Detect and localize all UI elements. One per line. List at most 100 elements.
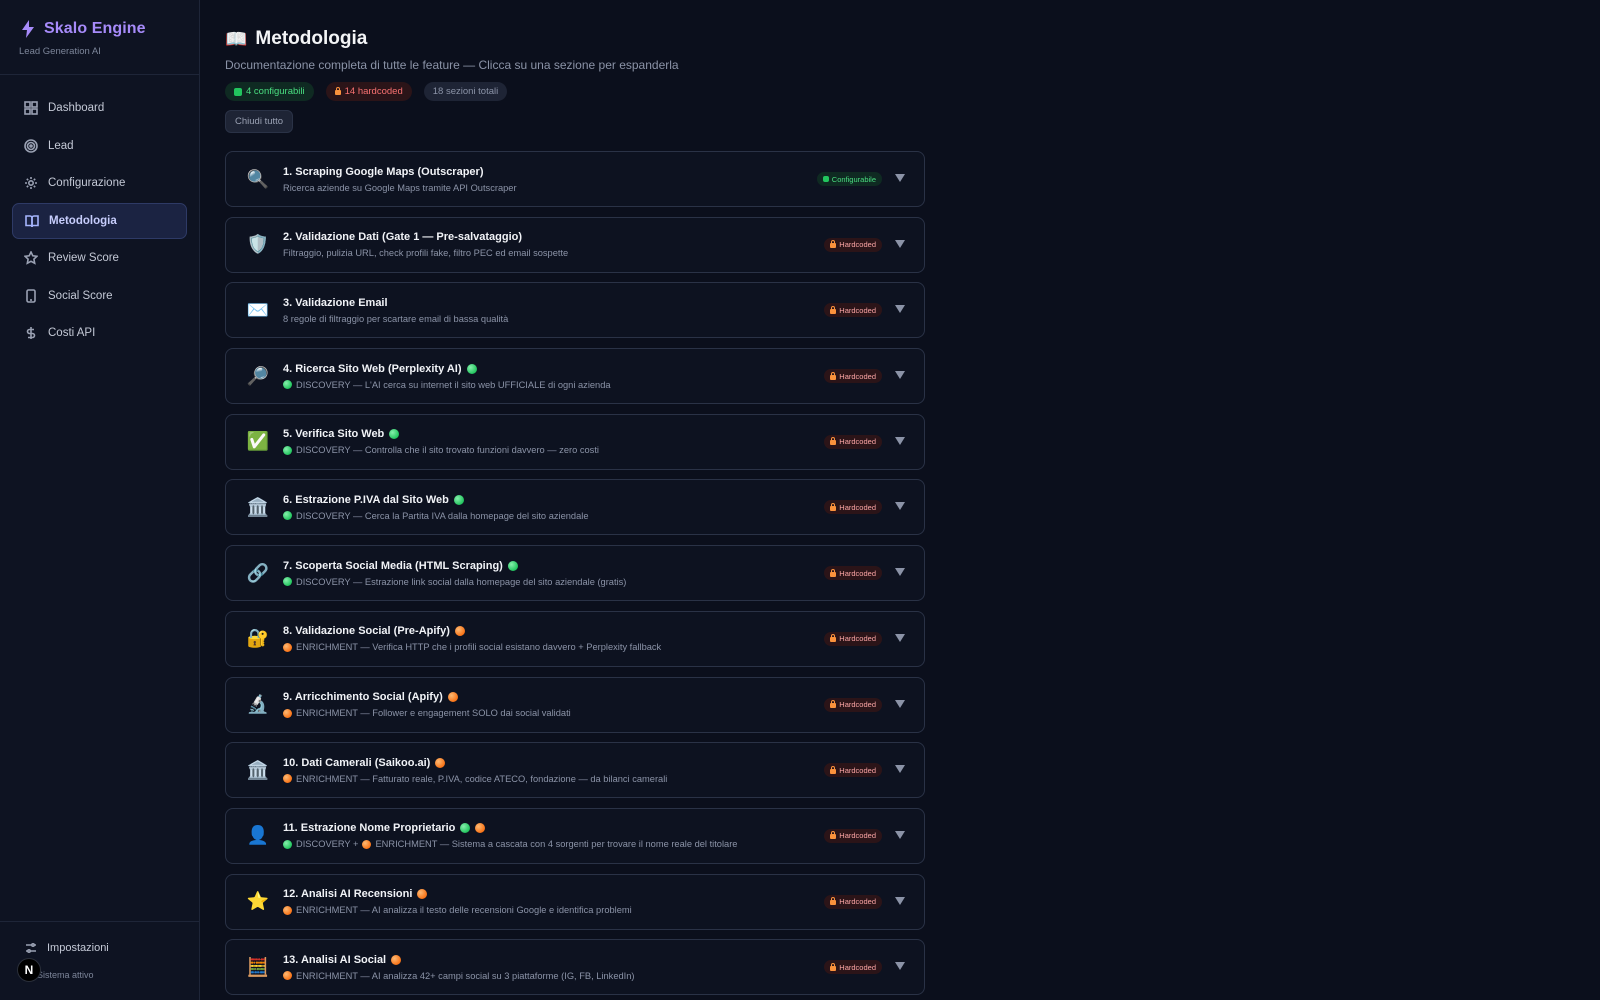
section-description: ENRICHMENT — AI analizza 42+ campi socia…: [296, 970, 635, 981]
sidebar-item-configurazione[interactable]: Configurazione: [12, 165, 187, 201]
section-card[interactable]: 🔎 4. Ricerca Sito Web (Perplexity AI) DISC…: [225, 348, 925, 405]
close-all-button[interactable]: Chiudi tutto: [225, 110, 294, 133]
section-card[interactable]: 🛡️ 2. Validazione Dati (Gate 1 — Pre-salv…: [225, 216, 925, 273]
green-dot-icon: [507, 560, 518, 571]
chevron-down-icon[interactable]: [895, 633, 905, 642]
section-card[interactable]: 🧮 13. Analisi AI Social ENRICHMENT — AI an…: [225, 939, 925, 996]
section-card[interactable]: 🔬 9. Arricchimento Social (Apify) ENRICHME…: [225, 676, 925, 733]
badge-label: Hardcoded: [839, 240, 876, 250]
section-icon: 👤: [246, 825, 270, 846]
sidebar-item-dashboard[interactable]: Dashboard: [12, 90, 187, 126]
badge-label: Hardcoded: [839, 437, 876, 447]
green-dot-icon: [283, 577, 292, 587]
badge-label: Hardcoded: [839, 634, 876, 644]
book-icon: 📖: [225, 28, 248, 49]
total-sections-pill: 18 sezioni totali: [423, 82, 508, 101]
sidebar-item-lead[interactable]: Lead: [12, 128, 187, 164]
section-description: ENRICHMENT — Verifica HTTP che i profili…: [296, 642, 662, 653]
hardcoded-badge: Hardcoded: [824, 500, 882, 515]
page-subtitle: Documentazione completa di tutte le feat…: [225, 58, 679, 72]
section-description: DISCOVERY — Controlla che il sito trovat…: [296, 445, 599, 456]
sidebar-item-metodologia[interactable]: Metodologia: [12, 202, 187, 239]
section-card[interactable]: 🔗 7. Scoperta Social Media (HTML Scraping…: [225, 545, 925, 602]
section-description: Filtraggio, pulizia URL, check profili f…: [283, 248, 569, 259]
lock-icon: [830, 634, 837, 643]
green-dot-icon: [283, 445, 292, 455]
chevron-down-icon[interactable]: [895, 765, 905, 774]
chevron-down-icon[interactable]: [895, 568, 905, 577]
sidebar-item-costi-api[interactable]: Costi API: [12, 315, 187, 351]
hardcoded-badge: Hardcoded: [824, 894, 882, 909]
orange-dot-icon: [417, 889, 428, 900]
chevron-down-icon[interactable]: [895, 239, 905, 248]
badge-label: Configurabile: [831, 174, 876, 184]
section-card[interactable]: 👤 11. Estrazione Nome Proprietario DISCOVE…: [225, 807, 925, 864]
chevron-down-icon[interactable]: [895, 896, 905, 905]
section-icon: 🔗: [246, 562, 270, 583]
book-icon: [25, 214, 39, 227]
chevron-down-icon[interactable]: [895, 305, 905, 314]
section-title: 9. Arricchimento Social (Apify): [283, 691, 443, 703]
lock-icon: [830, 240, 837, 249]
chevron-down-icon[interactable]: [895, 502, 905, 511]
section-card[interactable]: 🔐 8. Validazione Social (Pre-Apify) ENRICH…: [225, 610, 925, 667]
badge-label: Hardcoded: [839, 371, 876, 381]
configurable-count-pill: 4 configurabili: [225, 82, 314, 101]
hardcoded-badge: Hardcoded: [824, 960, 882, 975]
chevron-down-icon[interactable]: [895, 371, 905, 380]
section-description-prefix: DISCOVERY +: [296, 839, 359, 850]
main-content: 📖 Metodologia Documentazione completa di…: [225, 0, 925, 1000]
sidebar-item-social-score[interactable]: Social Score: [12, 278, 187, 314]
section-card[interactable]: 🏛️ 6. Estrazione P.IVA dal Sito Web DISCOV…: [225, 479, 925, 536]
orange-dot-icon: [454, 626, 465, 637]
lock-icon: [830, 305, 837, 314]
sidebar-item-review-score[interactable]: Review Score: [12, 240, 187, 276]
section-title: 7. Scoperta Social Media (HTML Scraping): [283, 559, 503, 572]
chevron-down-icon[interactable]: [895, 436, 905, 445]
section-title: 6. Estrazione P.IVA dal Sito Web: [283, 493, 449, 506]
phone-icon: [26, 288, 36, 303]
section-title: 10. Dati Camerali (Saikoo.ai): [283, 756, 431, 769]
orange-dot-icon: [283, 708, 292, 718]
orange-dot-icon: [435, 757, 446, 768]
section-icon: 🔎: [246, 365, 270, 386]
chevron-down-icon[interactable]: [895, 174, 905, 182]
section-card[interactable]: ✉️ 3. Validazione Email 8 regole di filtra…: [225, 282, 925, 339]
section-card[interactable]: 🔍 1. Scraping Google Maps (Outscraper) Ric…: [225, 151, 925, 207]
green-dot-icon: [453, 494, 464, 505]
section-title: 8. Validazione Social (Pre-Apify): [283, 625, 450, 638]
section-description: DISCOVERY — Cerca la Partita IVA dalla h…: [296, 510, 589, 521]
orange-dot-icon: [362, 839, 372, 849]
hardcoded-badge: Hardcoded: [824, 566, 882, 581]
brand: Skalo Engine Lead Generation AI: [0, 0, 199, 75]
hardcoded-badge: Hardcoded: [824, 763, 882, 778]
app-title[interactable]: Skalo Engine: [44, 20, 146, 38]
chevron-down-icon[interactable]: [895, 962, 905, 971]
section-card[interactable]: ✅ 5. Verifica Sito Web DISCOVERY — Control…: [225, 413, 925, 470]
section-icon: ✉️: [246, 299, 270, 320]
sections-list: 🔍 1. Scraping Google Maps (Outscraper) Ric…: [225, 151, 925, 996]
chevron-down-icon[interactable]: [895, 699, 905, 708]
sidebar-item-label: Metodologia: [49, 214, 117, 227]
green-dot-icon: [389, 429, 400, 440]
badge-label: Hardcoded: [839, 962, 876, 972]
section-description: ENRICHMENT — Fatturato reale, P.IVA, cod…: [296, 773, 668, 784]
sidebar: Skalo Engine Lead Generation AI Dashboar…: [0, 0, 200, 1000]
section-title: 4. Ricerca Sito Web (Perplexity AI): [283, 362, 462, 375]
section-title: 3. Validazione Email: [283, 296, 388, 309]
section-card[interactable]: 🏛️ 10. Dati Camerali (Saikoo.ai) ENRICHMEN…: [225, 742, 925, 799]
section-card[interactable]: ⭐ 12. Analisi AI Recensioni ENRICHMENT — A…: [225, 873, 925, 930]
settings-button[interactable]: Impostazioni: [0, 922, 200, 954]
orange-dot-icon: [283, 642, 292, 652]
lock-icon: [830, 831, 837, 840]
chevron-down-icon[interactable]: [895, 830, 905, 839]
section-title: 13. Analisi AI Social: [283, 953, 387, 966]
status-label: Sistema attivo: [37, 970, 94, 980]
orange-dot-icon: [283, 971, 292, 981]
lock-icon: [334, 87, 341, 95]
framework-badge[interactable]: N: [17, 958, 41, 982]
summary-pills: 4 configurabili 14 hardcoded 18 sezioni …: [225, 82, 925, 101]
section-description: DISCOVERY — L'AI cerca su internet il si…: [296, 379, 611, 390]
section-icon: 🛡️: [246, 234, 270, 255]
check-icon: [234, 87, 242, 96]
